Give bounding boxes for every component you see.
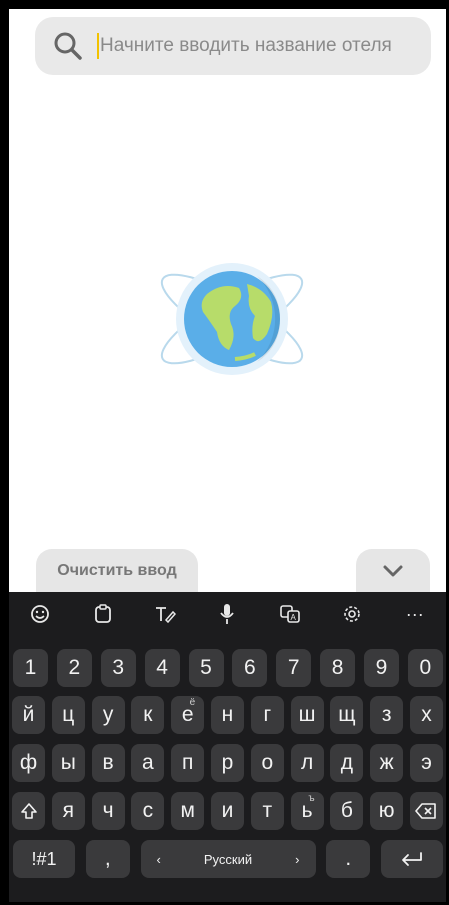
key-letter[interactable]: ф	[12, 744, 45, 782]
key-letter[interactable]: б	[330, 792, 364, 830]
key-letter[interactable]: а	[131, 744, 165, 782]
comma-key[interactable]: ,	[85, 840, 130, 878]
key-letter[interactable]: р	[210, 744, 244, 782]
key-8[interactable]: 8	[320, 649, 356, 687]
backspace-icon	[415, 803, 437, 819]
key-letter[interactable]: у	[91, 696, 125, 734]
key-9[interactable]: 9	[364, 649, 399, 687]
key-letter[interactable]: д	[330, 744, 364, 782]
key-letter[interactable]: п	[171, 744, 205, 782]
chevron-down-icon	[383, 565, 403, 577]
key-letter[interactable]: з	[370, 696, 404, 734]
key-letter[interactable]: ж	[370, 744, 404, 782]
key-letter[interactable]: ш	[290, 696, 324, 734]
key-letter[interactable]: в	[91, 744, 125, 782]
text-cursor	[97, 33, 99, 59]
key-letter[interactable]: и	[210, 792, 244, 830]
letter-row-2: ф ы в а п р о л д ж э	[12, 744, 443, 782]
key-letter[interactable]: ы	[51, 744, 85, 782]
space-label: Русский	[203, 851, 253, 867]
key-letter[interactable]: с	[131, 792, 165, 830]
number-row: 1 2 3 4 5 6 7 8 9 0	[13, 649, 443, 687]
translate-icon[interactable]: A	[273, 597, 307, 631]
key-letter[interactable]: щ	[330, 696, 364, 734]
key-letter[interactable]: ч	[91, 792, 125, 830]
key-letter[interactable]: я	[51, 792, 85, 830]
key-letter[interactable]: э	[409, 744, 443, 782]
key-letter-e[interactable]: её	[171, 696, 205, 734]
collapse-button[interactable]	[356, 549, 430, 593]
space-left-arrow: ‹	[156, 851, 161, 867]
keyboard-toolbar: A ···	[9, 592, 446, 636]
key-sup: ъ	[308, 793, 315, 804]
key-letter[interactable]: л	[290, 744, 324, 782]
backspace-key[interactable]	[409, 792, 443, 830]
search-icon	[54, 32, 82, 60]
bottom-row: !#1 , ‹ Русский › .	[13, 840, 443, 878]
microphone-icon[interactable]	[210, 597, 244, 631]
screen: Очистить ввод A ···	[9, 9, 446, 902]
enter-icon	[402, 852, 422, 866]
shift-key[interactable]	[12, 792, 45, 830]
key-sup: ё	[189, 697, 196, 708]
keyboard: A ··· 1 2 3 4 5 6 7 8 9 0 й ц у к её н г	[9, 592, 446, 902]
search-input[interactable]	[100, 35, 420, 57]
key-letter[interactable]: г	[250, 696, 284, 734]
key-5[interactable]: 5	[188, 649, 224, 687]
key-2[interactable]: 2	[56, 649, 92, 687]
clear-input-button[interactable]: Очистить ввод	[36, 549, 198, 593]
key-7[interactable]: 7	[276, 649, 312, 687]
dot-key[interactable]: .	[326, 840, 371, 878]
handwriting-icon[interactable]	[148, 597, 182, 631]
letter-row-1: й ц у к её н г ш щ з х	[12, 696, 443, 734]
key-letter[interactable]: о	[250, 744, 284, 782]
settings-icon[interactable]	[335, 597, 369, 631]
key-letter-soft[interactable]: ьъ	[290, 792, 324, 830]
key-letter[interactable]: н	[210, 696, 244, 734]
more-icon[interactable]: ···	[398, 597, 432, 631]
key-letter[interactable]: ю	[370, 792, 404, 830]
key-letter[interactable]: х	[409, 696, 443, 734]
svg-text:A: A	[290, 613, 296, 622]
key-letter[interactable]: к	[131, 696, 165, 734]
letter-row-3: я ч с м и т ьъ б ю	[12, 792, 443, 830]
key-letter[interactable]: т	[250, 792, 284, 830]
clipboard-icon[interactable]	[86, 597, 120, 631]
key-1[interactable]: 1	[13, 649, 48, 687]
space-key[interactable]: ‹ Русский ›	[140, 840, 316, 878]
key-6[interactable]: 6	[232, 649, 268, 687]
emoji-icon[interactable]	[23, 597, 57, 631]
key-letter[interactable]: й	[12, 696, 45, 734]
key-letter[interactable]: ц	[51, 696, 85, 734]
globe-icon	[160, 263, 304, 375]
key-0[interactable]: 0	[407, 649, 443, 687]
search-bar[interactable]	[35, 17, 431, 75]
key-3[interactable]: 3	[100, 649, 136, 687]
symbols-key[interactable]: !#1	[13, 840, 75, 878]
enter-key[interactable]	[381, 840, 443, 878]
shift-icon	[20, 803, 37, 819]
space-right-arrow: ›	[295, 851, 300, 867]
key-letter[interactable]: м	[171, 792, 205, 830]
key-4[interactable]: 4	[144, 649, 180, 687]
